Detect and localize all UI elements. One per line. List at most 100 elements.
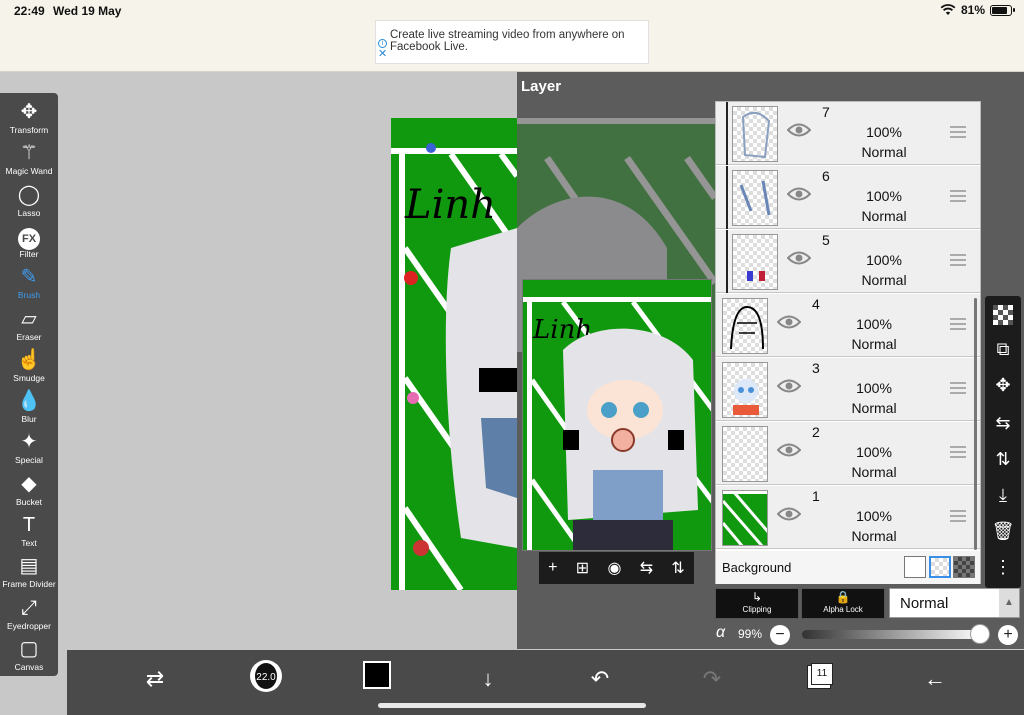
layer-row[interactable]: 1 100% Normal xyxy=(716,486,980,549)
tool-eraser[interactable]: ▱ Eraser xyxy=(0,306,58,346)
layer-thumbnail xyxy=(722,426,768,482)
alpha-slider[interactable] xyxy=(802,624,991,644)
eye-icon[interactable] xyxy=(777,378,801,394)
layer-list: 7 100% Normal 6 100% Normal 5 100% Normal 4 100% No… xyxy=(715,101,981,584)
transfer-layer-icon[interactable]: ⧉ xyxy=(985,334,1021,364)
tool-special[interactable]: ✦ Special xyxy=(0,429,58,469)
layers-button[interactable]: 11 xyxy=(811,663,833,685)
alpha-increase-button[interactable]: + xyxy=(998,625,1018,645)
layer-tools: ⧉ ✥ ⇆ ⇅ ⤓ 🗑 ⋮ xyxy=(985,296,1021,588)
frame-divider-icon: ▤ xyxy=(19,555,39,578)
layer-opacity: 100% xyxy=(866,124,902,140)
canvas-preview[interactable]: Linh xyxy=(522,279,712,551)
tool-canvas[interactable]: ▢ Canvas xyxy=(0,636,58,676)
tool-bucket[interactable]: ◆ Bucket xyxy=(0,471,58,511)
ad-banner[interactable]: i ✕ Create live streaming video from any… xyxy=(375,20,649,64)
tool-eyedropper[interactable]: ⤢ Eyedropper xyxy=(0,595,58,635)
background-transparent-swatch[interactable] xyxy=(929,556,951,578)
tool-lasso[interactable]: ◯ Lasso xyxy=(0,182,58,222)
tool-brush[interactable]: ✎ Brush xyxy=(0,264,58,304)
eyedropper-icon: ⤢ xyxy=(21,596,37,619)
move-layer-icon[interactable]: ✥ xyxy=(985,370,1021,400)
brush-size-button[interactable]: 22.0 xyxy=(250,660,282,692)
tool-magic-wand[interactable]: ⚚ Magic Wand xyxy=(0,140,58,180)
layer-row[interactable]: 3 100% Normal xyxy=(716,358,980,421)
ad-info-icon[interactable]: i xyxy=(378,39,387,48)
wifi-icon xyxy=(940,4,956,15)
eye-icon[interactable] xyxy=(777,506,801,522)
flip-vertical-icon[interactable]: ⇅ xyxy=(671,558,684,578)
drag-handle-icon[interactable] xyxy=(950,318,966,330)
tool-label: Lasso xyxy=(17,207,41,218)
tool-label: Eraser xyxy=(16,331,42,342)
layer-row[interactable]: 5 100% Normal xyxy=(716,230,980,293)
layer-thumbnail xyxy=(722,298,768,354)
alpha-lock-button[interactable]: 🔒 Alpha Lock xyxy=(801,588,885,619)
layer-row[interactable]: 7 100% Normal xyxy=(716,102,980,165)
tool-transform[interactable]: ✥ Transform xyxy=(0,99,58,139)
tool-frame-divider[interactable]: ▤ Frame Divider xyxy=(0,553,58,593)
background-dark-swatch[interactable] xyxy=(953,556,975,578)
eye-icon[interactable] xyxy=(777,442,801,458)
drag-handle-icon[interactable] xyxy=(950,446,966,458)
eye-icon[interactable] xyxy=(787,122,811,138)
drag-handle-icon[interactable] xyxy=(950,382,966,394)
layer-blend-mode: Normal xyxy=(851,336,897,352)
layer-row[interactable]: 2 100% Normal xyxy=(716,422,980,485)
trash-icon[interactable]: 🗑 xyxy=(985,516,1021,546)
layer-row[interactable]: 4 100% Normal xyxy=(716,294,980,357)
brush-icon: ✎ xyxy=(20,266,38,289)
tool-label: Filter xyxy=(19,248,39,259)
layer-opacity: 100% xyxy=(856,316,892,332)
flip-horizontal-icon[interactable]: ⇆ xyxy=(640,558,653,578)
alpha-decrease-button[interactable]: − xyxy=(770,625,790,645)
undo-icon[interactable]: ↶ xyxy=(582,664,618,694)
swap-tool-icon[interactable]: ⇄ xyxy=(137,664,173,694)
drag-handle-icon[interactable] xyxy=(950,190,966,202)
tool-label: Blur xyxy=(21,414,37,425)
eye-icon[interactable] xyxy=(787,186,811,202)
background-label: Background xyxy=(722,560,792,575)
ad-close-icon[interactable]: ✕ xyxy=(378,49,387,60)
drawing-canvas[interactable]: Linh xyxy=(391,118,517,590)
flip-layer-horizontal-icon[interactable]: ⇆ xyxy=(985,408,1021,438)
checker-icon[interactable] xyxy=(985,300,1021,330)
back-arrow-icon[interactable]: ← xyxy=(917,664,953,694)
layer-list-scrollbar[interactable] xyxy=(974,298,977,550)
layer-row[interactable]: 6 100% Normal xyxy=(716,166,980,229)
drag-handle-icon[interactable] xyxy=(950,254,966,266)
tool-text[interactable]: T Text xyxy=(0,512,58,552)
layer-blend-mode: Normal xyxy=(851,528,897,544)
tool-label: Smudge xyxy=(13,372,45,383)
merge-down-icon[interactable]: ⤓ xyxy=(985,480,1021,510)
redo-icon[interactable]: ↷ xyxy=(694,664,730,694)
more-options-icon[interactable]: ⋮ xyxy=(985,552,1021,582)
clipping-button[interactable]: ↳ Clipping xyxy=(715,588,799,619)
tool-filter[interactable]: FX Filter xyxy=(0,223,58,263)
background-white-swatch[interactable] xyxy=(904,556,926,578)
download-arrow-icon[interactable]: ↓ xyxy=(470,664,506,694)
blend-mode-select[interactable]: Normal ▲ xyxy=(889,588,1020,618)
tool-blur[interactable]: 💧 Blur xyxy=(0,388,58,428)
layer-number: 2 xyxy=(812,424,820,440)
flip-layer-vertical-icon[interactable]: ⇅ xyxy=(985,444,1021,474)
blend-mode-arrow-icon: ▲ xyxy=(999,589,1019,617)
add-icon[interactable]: + xyxy=(548,559,557,577)
tool-smudge[interactable]: ☝ Smudge xyxy=(0,347,58,387)
clipping-icon: ↳ xyxy=(751,590,763,604)
tool-label: Frame Divider xyxy=(2,579,56,590)
color-swatch[interactable] xyxy=(363,661,391,689)
eye-icon[interactable] xyxy=(777,314,801,330)
tool-label: Transform xyxy=(9,125,49,135)
tool-bar: ✥ Transform ⚚ Magic Wand ◯ Lasso FX Filter ✎ Brus… xyxy=(0,93,58,676)
tool-label: Bucket xyxy=(16,496,42,507)
drag-handle-icon[interactable] xyxy=(950,126,966,138)
brush-size-value: 22.0 xyxy=(256,672,276,683)
drag-handle-icon[interactable] xyxy=(950,510,966,522)
camera-icon[interactable]: ◉ xyxy=(607,558,621,578)
background-layer-row[interactable]: Background xyxy=(716,551,980,584)
layer-number: 6 xyxy=(822,168,830,184)
home-indicator xyxy=(378,703,646,708)
eye-icon[interactable] xyxy=(787,250,811,266)
add-layer-icon[interactable]: ⊞ xyxy=(576,558,589,578)
